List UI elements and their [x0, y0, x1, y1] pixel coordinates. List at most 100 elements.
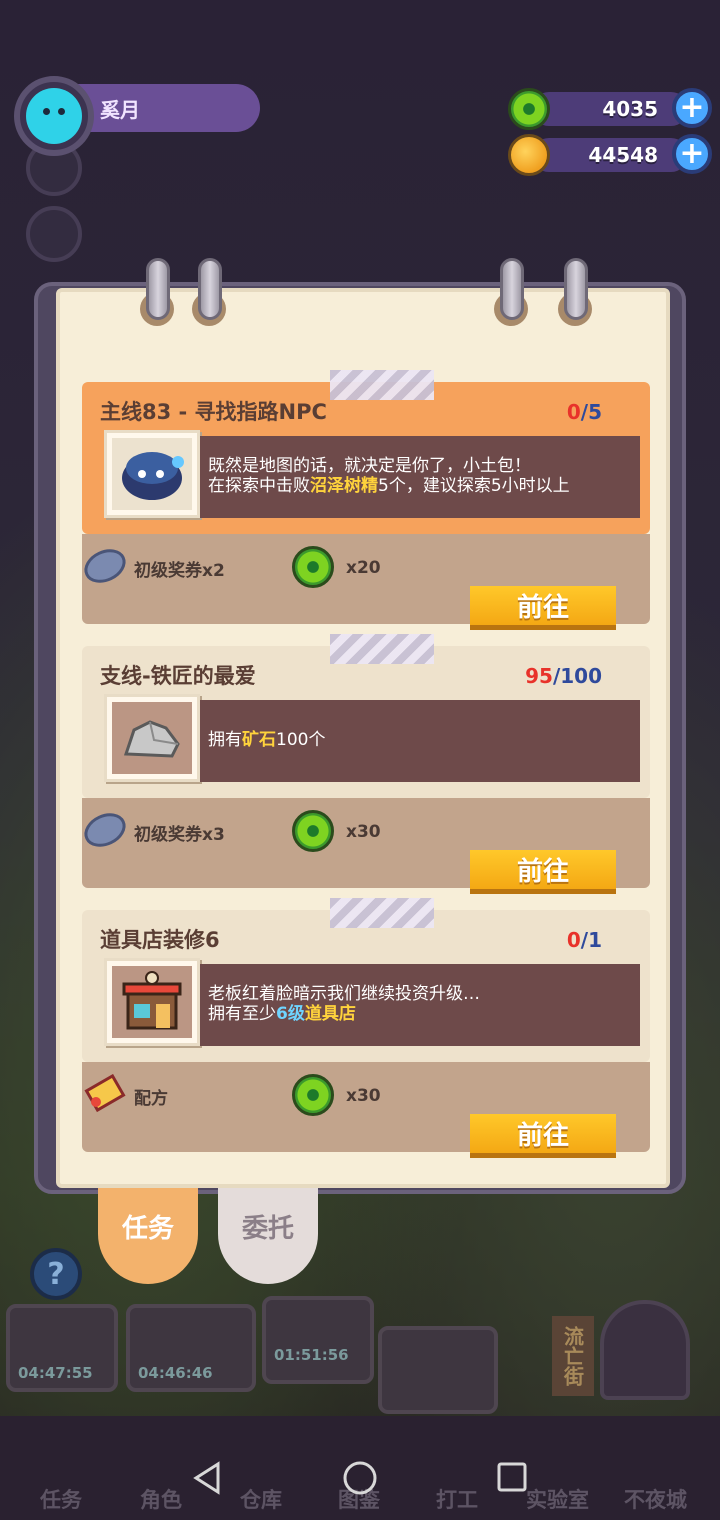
- timer-slot[interactable]: 01:51:56: [262, 1296, 374, 1384]
- desc-highlight: 道具店: [304, 1004, 356, 1024]
- binder-ring: [146, 258, 170, 320]
- timer-slot[interactable]: 04:47:55: [6, 1304, 118, 1392]
- quest-progress: 95/100: [525, 664, 602, 688]
- quest-thumbnail: [104, 958, 200, 1046]
- avatar[interactable]: [14, 76, 94, 156]
- quest-description: 老板红着脸暗示我们继续投资升级… 拥有至少6级道具店: [200, 964, 640, 1046]
- desc-text: 拥有: [208, 730, 242, 750]
- player-name: 奚月: [100, 98, 140, 122]
- planet-coin-icon: [508, 134, 550, 176]
- settings-gear-icon[interactable]: [26, 206, 82, 262]
- shop-building-icon: [122, 971, 182, 1030]
- locked-slot[interactable]: [378, 1326, 498, 1414]
- desc-highlight: 矿石: [242, 730, 276, 750]
- green-coin-icon: [292, 546, 334, 588]
- desc-line: 拥有至少6级道具店: [208, 1004, 632, 1024]
- recents-icon[interactable]: [496, 1460, 528, 1494]
- desc-text: 拥有至少: [208, 1004, 276, 1024]
- home-icon[interactable]: [342, 1460, 378, 1496]
- green-coin-icon: [292, 1074, 334, 1116]
- timer-text: 04:46:46: [138, 1364, 213, 1382]
- green-coin-icon: [292, 810, 334, 852]
- reward-row: 配方 x30 前往: [82, 1062, 650, 1158]
- ticket-icon: [84, 549, 126, 583]
- recipe-scroll-icon: [84, 1074, 126, 1113]
- player-profile[interactable]: 奚月: [14, 76, 260, 156]
- reward-label: 初级奖券x3: [134, 825, 225, 845]
- reward-label: 配方: [134, 1089, 168, 1109]
- desc-highlight: 沼泽树精: [310, 476, 378, 496]
- quest-title: 主线83 - 寻找指路NPC: [100, 400, 327, 424]
- nav-item-warehouse[interactable]: 仓库: [240, 1484, 282, 1514]
- green-coin-counter: 4035 +: [508, 88, 712, 130]
- quest-card-shop: 道具店装修6 0/1 老板红着脸暗示我们继续投资升级… 拥有至少6级道具店 配方…: [82, 898, 650, 1158]
- go-button[interactable]: 前往: [470, 850, 616, 894]
- progress-max: 1: [588, 928, 602, 952]
- quest-progress: 0/1: [567, 928, 602, 952]
- cat-face-icon: [26, 88, 82, 144]
- timer-text: 01:51:56: [274, 1346, 349, 1364]
- quest-progress: 0/5: [567, 400, 602, 424]
- nav-item-work[interactable]: 打工: [436, 1484, 478, 1514]
- progress-sep: /: [580, 928, 589, 952]
- help-button[interactable]: ?: [30, 1248, 82, 1300]
- progress-current: 0: [566, 400, 581, 424]
- desc-highlight-blue: 6级: [276, 1004, 305, 1024]
- binder-ring: [500, 258, 524, 320]
- tape-decoration: [330, 370, 434, 400]
- portal-door[interactable]: [600, 1300, 690, 1400]
- nav-item-lab[interactable]: 实验室: [526, 1484, 589, 1514]
- progress-current: 0: [566, 928, 581, 952]
- tape-decoration: [330, 898, 434, 928]
- progress-current: 95: [525, 664, 553, 688]
- desc-line: 在探索中击败沼泽树精5个，建议探索5小时以上: [208, 476, 632, 496]
- reward-row: 初级奖券x2 x20 前往: [82, 534, 650, 630]
- timer-slot[interactable]: 04:46:46: [126, 1304, 256, 1392]
- desc-text: 100个: [276, 730, 326, 750]
- reward-row: 初级奖券x3 x30 前往: [82, 798, 650, 894]
- reward-amount: x30: [346, 822, 381, 842]
- tape-decoration: [330, 634, 434, 664]
- planet-coin-value: 44548: [588, 143, 658, 167]
- go-button[interactable]: 前往: [470, 1114, 616, 1158]
- green-coin-icon: [508, 88, 550, 130]
- nav-item-task[interactable]: 任务: [40, 1484, 82, 1514]
- desc-line: 老板红着脸暗示我们继续投资升级…: [208, 984, 480, 1004]
- nav-item-character[interactable]: 角色: [140, 1484, 182, 1514]
- quest-title: 支线-铁匠的最爱: [100, 664, 256, 688]
- quest-thumbnail: [104, 430, 200, 518]
- desc-text: 在探索中击败: [208, 476, 310, 496]
- planet-coin-counter: 44548 +: [508, 134, 712, 176]
- thumb-inner: [112, 438, 192, 510]
- reward-amount: x30: [346, 1086, 381, 1106]
- binder-ring: [564, 258, 588, 320]
- add-planet-coin-button[interactable]: +: [672, 134, 712, 174]
- desc-line: 既然是地图的话，就决定是你了，小土包！: [208, 456, 531, 476]
- ore-rock-icon: [123, 720, 180, 758]
- tab-commission[interactable]: 委托: [218, 1188, 318, 1284]
- swamp-spirit-icon: [122, 452, 184, 500]
- quest-title: 道具店装修6: [100, 928, 220, 952]
- quest-thumbnail: [104, 694, 200, 782]
- progress-max: 5: [588, 400, 602, 424]
- quest-description: 既然是地图的话，就决定是你了，小土包！ 在探索中击败沼泽树精5个，建议探索5小时…: [200, 436, 640, 518]
- reward-label: 初级奖券x2: [134, 561, 225, 581]
- green-coin-value: 4035: [602, 97, 658, 121]
- desc-text: 5个，建议探索5小时以上: [378, 476, 570, 496]
- reward-amount: x20: [346, 558, 381, 578]
- add-green-coin-button[interactable]: +: [672, 88, 712, 128]
- thumb-inner: [112, 966, 192, 1038]
- thumb-inner: [112, 702, 192, 774]
- tab-task[interactable]: 任务: [98, 1188, 198, 1284]
- quest-description: 拥有矿石100个: [200, 700, 640, 782]
- quest-card-side: 支线-铁匠的最爱 95/100 拥有矿石100个 初级奖券x3 x30 前往: [82, 634, 650, 894]
- progress-max: 100: [560, 664, 602, 688]
- go-button[interactable]: 前往: [470, 586, 616, 630]
- quest-card-main: 主线83 - 寻找指路NPC 0/5 既然是地图的话，就决定是你了，小土包！ 在…: [82, 370, 650, 630]
- back-icon[interactable]: [190, 1460, 224, 1496]
- progress-sep: /: [580, 400, 589, 424]
- ticket-icon: [84, 813, 126, 847]
- side-sign[interactable]: 流亡街: [552, 1316, 594, 1396]
- binder-ring: [198, 258, 222, 320]
- nav-item-night-city[interactable]: 不夜城: [624, 1484, 687, 1514]
